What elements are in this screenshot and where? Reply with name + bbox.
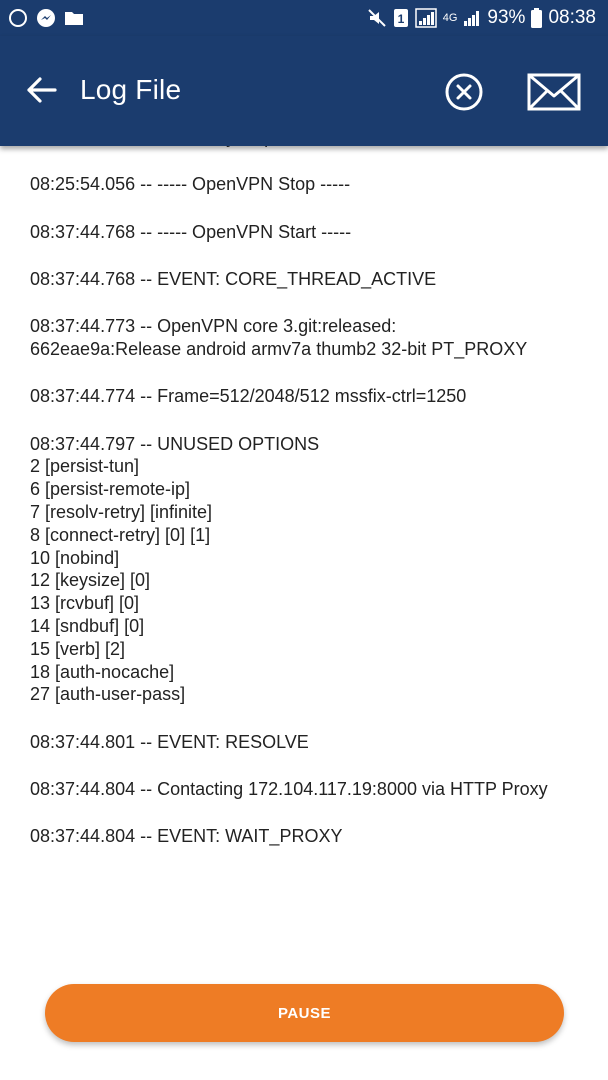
mail-icon (527, 72, 581, 117)
log-entry: 08:37:44.768 -- EVENT: CORE_THREAD_ACTIV… (30, 268, 590, 291)
signal-icon (414, 8, 437, 28)
log-line: 08:37:44.774 -- Frame=512/2048/512 mssfi… (30, 386, 467, 407)
log-entry: 08:37:44.774 -- Frame=512/2048/512 mssfi… (30, 385, 590, 408)
log-line: 12 [keysize] [0] (30, 570, 151, 591)
app-bar: Log File (0, 36, 608, 146)
log-line: 08:37:44.768 -- ----- OpenVPN Start ----… (30, 221, 352, 242)
status-system: 1 4G 93% 08:38 (367, 7, 596, 29)
log-line: 18 [auth-nocache] (30, 661, 175, 682)
log-line: 08:37:44.773 -- OpenVPN core 3.git:relea… (30, 316, 397, 337)
log-entry: 08:37:44.797 -- UNUSED OPTIONS 2 [persist… (30, 433, 590, 707)
log-entry: 08:37:44.804 -- EVENT: WAIT_PROXY (30, 825, 590, 848)
log-entry: 08:37:44.773 -- OpenVPN core 3.git:relea… (30, 315, 590, 361)
page-title: Log File (80, 74, 182, 105)
log-list: 08:25:54.055 -- Tunnel bytes per CPU sec… (30, 146, 590, 873)
log-line: 662eae9a:Release android armv7a thumb2 3… (30, 338, 528, 359)
log-entry: 08:37:44.804 -- Contacting 172.104.117.1… (30, 778, 590, 801)
log-entry: 08:37:44.801 -- EVENT: RESOLVE (30, 731, 590, 754)
log-line: 10 [nobind] (30, 547, 120, 568)
messenger-icon (36, 8, 56, 28)
clear-log-button[interactable] (444, 72, 484, 112)
log-line: 15 [verb] [2] (30, 638, 126, 659)
log-line: 8 [connect-retry] [0] [1] (30, 524, 211, 545)
mute-icon (367, 8, 387, 28)
email-log-button[interactable] (527, 72, 581, 112)
signal-icon (463, 9, 481, 27)
log-line: 08:37:44.804 -- EVENT: WAIT_PROXY (30, 826, 343, 847)
log-line: 13 [rcvbuf] [0] (30, 593, 140, 614)
log-line: 08:25:54.056 -- ----- OpenVPN Stop ----- (30, 174, 351, 195)
log-line: 14 [sndbuf] [0] (30, 615, 145, 636)
clock: 08:38 (548, 7, 596, 28)
log-line: 08:37:44.768 -- EVENT: CORE_THREAD_ACTIV… (30, 268, 437, 289)
network-type: 4G (442, 12, 458, 24)
battery-icon (531, 8, 543, 28)
log-entry: 08:25:54.055 -- Tunnel bytes per CPU sec… (30, 146, 590, 149)
log-line: 08:25:54.055 -- Tunnel bytes per CPU sec… (30, 146, 590, 149)
pause-button[interactable]: PAUSE (45, 984, 564, 1042)
status-bar: 1 4G 93% 08:38 (0, 0, 608, 36)
close-circle-icon (444, 72, 484, 117)
log-line: 08:37:44.804 -- Contacting 172.104.117.1… (30, 778, 548, 799)
battery-level: 93% (487, 7, 526, 28)
svg-text:1: 1 (397, 12, 404, 26)
log-line: 08:37:44.797 -- UNUSED OPTIONS (30, 433, 320, 454)
log-line: 27 [auth-user-pass] (30, 684, 186, 705)
log-entry: 08:37:44.768 -- ----- OpenVPN Start ----… (30, 221, 590, 244)
circle-icon (8, 8, 28, 28)
log-scroll-area[interactable]: 08:25:54.055 -- Tunnel bytes per CPU sec… (0, 146, 608, 956)
sim-icon: 1 (393, 8, 409, 28)
log-line: 7 [resolv-retry] [infinite] (30, 501, 213, 522)
status-notifications (8, 8, 84, 28)
log-line: 08:37:44.801 -- EVENT: RESOLVE (30, 731, 309, 752)
log-line: 6 [persist-remote-ip] (30, 479, 191, 500)
back-button[interactable] (24, 72, 60, 108)
log-entry: 08:25:54.056 -- ----- OpenVPN Stop ----- (30, 173, 590, 196)
gallery-icon (64, 9, 84, 27)
back-arrow-icon (27, 77, 57, 103)
log-line: 2 [persist-tun] (30, 456, 140, 477)
